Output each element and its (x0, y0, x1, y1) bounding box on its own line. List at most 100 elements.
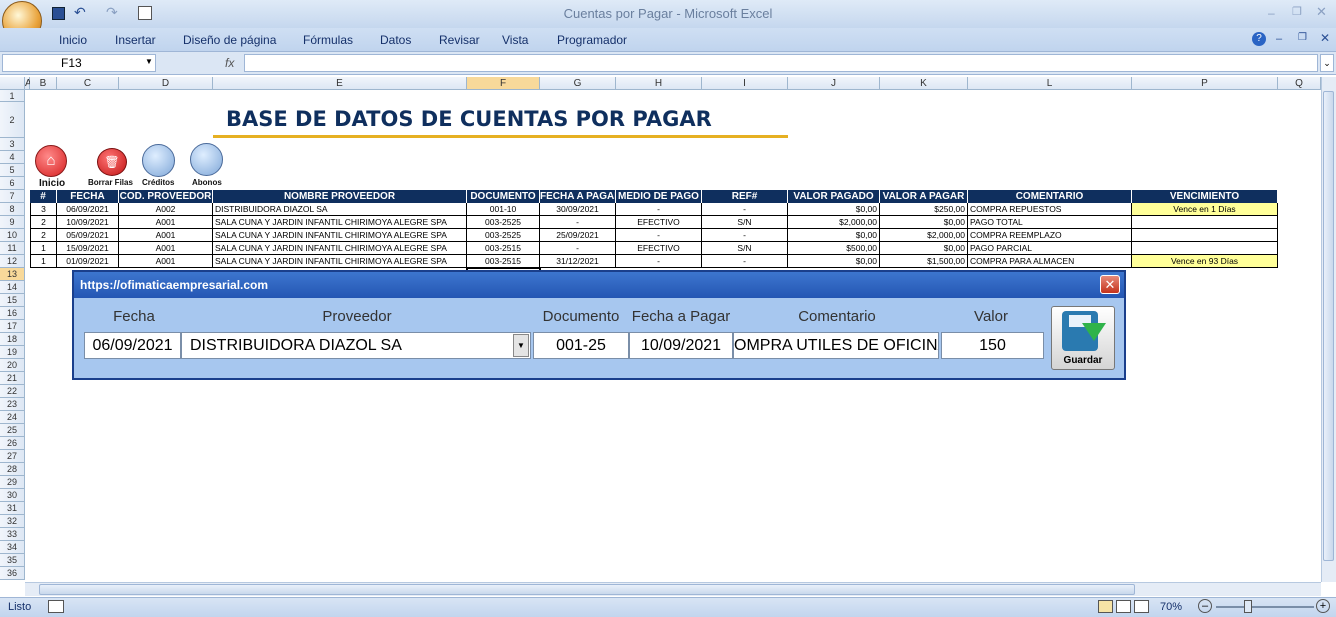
cell-fecha[interactable]: 05/09/2021 (57, 229, 119, 242)
row-header[interactable]: 5 (0, 164, 25, 177)
fecha-pagar-field[interactable]: 10/09/2021 (629, 332, 733, 359)
cell-cod-proveedor[interactable]: A001 (119, 255, 213, 268)
row-header[interactable]: 7 (0, 190, 25, 203)
cell-fecha-pagar[interactable]: - (540, 242, 616, 255)
cell-medio-pago[interactable]: - (616, 229, 702, 242)
cell-number[interactable]: 1 (30, 255, 57, 268)
cell-comentario[interactable]: COMPRA PARA ALMACEN (968, 255, 1132, 268)
cell-medio-pago[interactable]: - (616, 203, 702, 216)
row-header[interactable]: 23 (0, 398, 25, 411)
cell-documento[interactable]: 001-10 (467, 203, 540, 216)
cell-documento[interactable]: 003-2515 (467, 242, 540, 255)
scroll-thumb[interactable] (1323, 91, 1334, 561)
row-header[interactable]: 9 (0, 216, 25, 229)
cell-number[interactable]: 2 (30, 216, 57, 229)
tab-programador[interactable]: Programador (557, 33, 627, 47)
cell-nombre-proveedor[interactable]: SALA CUNA Y JARDIN INFANTIL CHIRIMOYA AL… (213, 242, 467, 255)
cell-fecha[interactable]: 10/09/2021 (57, 216, 119, 229)
row-header[interactable]: 29 (0, 476, 25, 489)
row-header[interactable]: 15 (0, 294, 25, 307)
cell-valor-pagado[interactable]: $0,00 (788, 255, 880, 268)
trash-icon[interactable]: 🗑 (97, 148, 127, 176)
row-header[interactable]: 20 (0, 359, 25, 372)
tab-inicio[interactable]: Inicio (59, 33, 87, 47)
row-header[interactable]: 2 (0, 102, 25, 138)
cell-nombre-proveedor[interactable]: SALA CUNA Y JARDIN INFANTIL CHIRIMOYA AL… (213, 229, 467, 242)
chevron-down-icon[interactable]: ▼ (145, 57, 153, 66)
row-header[interactable]: 13 (0, 268, 25, 281)
col-header-d[interactable]: D (119, 77, 213, 90)
fecha-field[interactable]: 06/09/2021 (84, 332, 181, 359)
col-header-e[interactable]: E (213, 77, 467, 90)
col-header-f[interactable]: F (467, 77, 540, 90)
normal-view-icon[interactable] (1098, 600, 1113, 613)
restore-icon[interactable]: ❐ (1292, 5, 1302, 18)
help-icon[interactable]: ? (1252, 32, 1266, 46)
zoom-slider[interactable] (1216, 606, 1314, 608)
zoom-in-icon[interactable]: + (1316, 599, 1330, 613)
tab-insertar[interactable]: Insertar (115, 33, 156, 47)
col-header-k[interactable]: K (880, 77, 968, 90)
cell-vencimiento[interactable] (1132, 242, 1278, 255)
fx-icon[interactable]: fx (225, 56, 234, 70)
row-header[interactable]: 16 (0, 307, 25, 320)
dialog-close-button[interactable]: ✕ (1100, 275, 1120, 294)
row-header[interactable]: 11 (0, 242, 25, 255)
zoom-out-icon[interactable]: – (1198, 599, 1212, 613)
workbook-restore-icon[interactable]: ❐ (1298, 32, 1307, 43)
tab-diseno[interactable]: Diseño de página (183, 33, 276, 47)
col-header-g[interactable]: G (540, 77, 616, 90)
comentario-field[interactable]: OMPRA UTILES DE OFICINA (733, 332, 939, 359)
undo-icon[interactable]: ↶ (74, 4, 86, 21)
cell-vencimiento[interactable]: Vence en 1 Días (1132, 203, 1278, 216)
cell-comentario[interactable]: PAGO TOTAL (968, 216, 1132, 229)
row-header[interactable]: 26 (0, 437, 25, 450)
cell-vencimiento[interactable] (1132, 229, 1278, 242)
cell-documento[interactable]: 003-2525 (467, 216, 540, 229)
row-header[interactable]: 34 (0, 541, 25, 554)
row-header[interactable]: 33 (0, 528, 25, 541)
cell-number[interactable]: 3 (30, 203, 57, 216)
cell-fecha[interactable]: 06/09/2021 (57, 203, 119, 216)
cell-valor-pagar[interactable]: $1,500,00 (880, 255, 968, 268)
row-header[interactable]: 19 (0, 346, 25, 359)
cell-medio-pago[interactable]: EFECTIVO (616, 242, 702, 255)
cell-number[interactable]: 1 (30, 242, 57, 255)
col-header-q[interactable]: Q (1278, 77, 1321, 90)
cell-fecha-pagar[interactable]: 25/09/2021 (540, 229, 616, 242)
cell-fecha[interactable]: 15/09/2021 (57, 242, 119, 255)
close-icon[interactable]: ✕ (1316, 4, 1327, 20)
cell-ref[interactable]: - (702, 229, 788, 242)
col-header-p[interactable]: P (1132, 77, 1278, 90)
page-break-icon[interactable] (1134, 600, 1149, 613)
tab-formulas[interactable]: Fórmulas (303, 33, 353, 47)
row-header[interactable]: 14 (0, 281, 25, 294)
col-header-j[interactable]: J (788, 77, 880, 90)
row-header[interactable]: 17 (0, 320, 25, 333)
cell-nombre-proveedor[interactable]: SALA CUNA Y JARDIN INFANTIL CHIRIMOYA AL… (213, 255, 467, 268)
payments-icon[interactable] (190, 143, 223, 176)
macro-record-icon[interactable] (48, 600, 64, 613)
workbook-close-icon[interactable]: ✕ (1320, 31, 1330, 45)
col-header-l[interactable]: L (968, 77, 1132, 90)
save-icon[interactable] (52, 7, 65, 20)
row-header[interactable]: 1 (0, 90, 25, 102)
cell-medio-pago[interactable]: - (616, 255, 702, 268)
row-header[interactable]: 6 (0, 177, 25, 190)
cell-nombre-proveedor[interactable]: SALA CUNA Y JARDIN INFANTIL CHIRIMOYA AL… (213, 216, 467, 229)
redo-icon[interactable]: ↷ (106, 4, 118, 21)
cell-cod-proveedor[interactable]: A001 (119, 216, 213, 229)
cell-vencimiento[interactable]: Vence en 93 Días (1132, 255, 1278, 268)
row-header[interactable]: 10 (0, 229, 25, 242)
proveedor-select[interactable]: DISTRIBUIDORA DIAZOL SA (181, 332, 531, 359)
row-header[interactable]: 18 (0, 333, 25, 346)
cell-ref[interactable]: S/N (702, 242, 788, 255)
row-header[interactable]: 22 (0, 385, 25, 398)
cell-cod-proveedor[interactable]: A002 (119, 203, 213, 216)
credits-icon[interactable] (142, 144, 175, 177)
tab-revisar[interactable]: Revisar (439, 33, 480, 47)
workbook-minimize-icon[interactable]: – (1276, 33, 1282, 45)
row-header[interactable]: 8 (0, 203, 25, 216)
cell-fecha-pagar[interactable]: 30/09/2021 (540, 203, 616, 216)
minimize-icon[interactable]: – (1268, 6, 1275, 20)
